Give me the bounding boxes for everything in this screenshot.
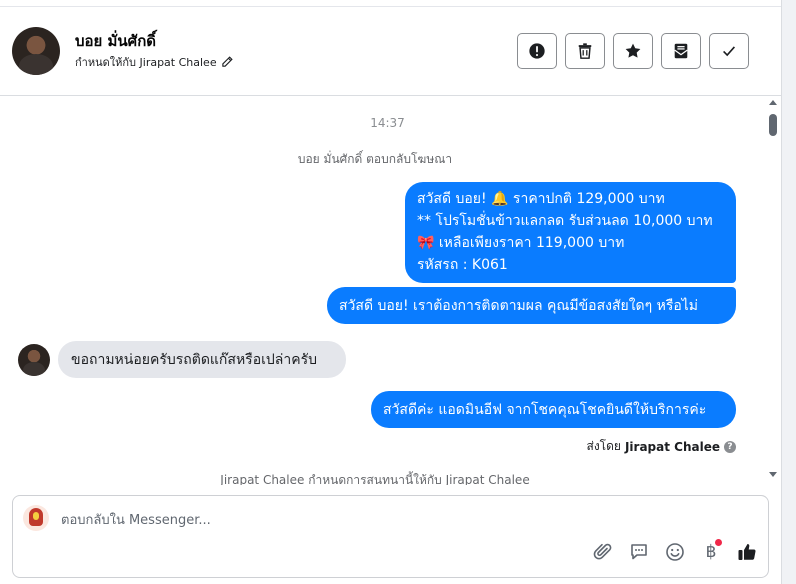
emoji-button[interactable] [664,541,686,563]
scroll-thumb[interactable] [769,114,777,136]
attach-button[interactable] [592,541,614,563]
star-icon [625,43,641,58]
mark-done-button[interactable] [709,33,749,69]
star-button[interactable] [613,33,653,69]
message-timestamp: 14:37 [370,116,405,130]
emoji-icon [666,543,684,561]
sent-by-prefix: ส่งโดย [586,439,621,453]
thread-scrollbar[interactable] [766,97,780,485]
incoming-message[interactable]: ขอถามหน่อยครับรถติดแก๊สหรือเปล่าครับ [58,341,346,378]
reply-input[interactable] [61,510,621,530]
payment-button[interactable]: ฿ [700,539,722,563]
offer-line: สวัสดี บอย! 🔔 ราคาปกติ 129,000 บาท [417,191,665,207]
sent-by-name: Jirapat Chalee [624,439,720,454]
contact-avatar[interactable] [12,27,60,75]
assignee-row[interactable]: กำหนดให้กับ Jirapat Chalee [75,53,233,71]
conversation-header: บอย มั่นศักดิ์ กำหนดให้กับ Jirapat Chale… [0,7,781,96]
assignee-label: กำหนดให้กับ Jirapat Chalee [75,56,217,69]
system-message-assigned: Jirapat Chalee กำหนดการสนทนานี้ให้กับ Ji… [220,473,530,485]
like-icon [738,544,756,560]
right-edge-panel [781,0,796,584]
composer-tools: ฿ [592,539,758,563]
delete-button[interactable] [565,33,605,69]
system-message-ad-reply: บอย มั่นศักดิ์ ตอบกลับโฆษณา [297,152,453,166]
mark-unread-button[interactable] [661,33,701,69]
mark-spam-button[interactable] [517,33,557,69]
outgoing-message-offer[interactable]: สวัสดี บอย! 🔔 ราคาปกติ 129,000 บาท ** โป… [405,182,736,283]
sent-by-label: ส่งโดย Jirapat Chalee ? [586,437,736,456]
scroll-down-arrow[interactable] [769,472,777,477]
attach-icon [593,543,612,560]
exclamation-circle-icon [529,43,545,59]
contact-name[interactable]: บอย มั่นศักดิ์ [75,29,156,53]
check-icon [723,46,736,57]
trash-icon [578,43,592,59]
offer-line: ** โปรโมชั่นข้าวแลกลด รับส่วนลด 10,000 บ… [417,213,713,229]
notification-dot [715,539,722,546]
saved-replies-button[interactable] [628,541,650,563]
offer-line: รหัสรถ : K061 [417,257,508,273]
baht-payment-icon: ฿ [705,542,717,562]
page-avatar [23,505,49,531]
incoming-avatar [18,344,50,376]
scroll-up-arrow[interactable] [769,100,777,105]
header-actions [517,33,749,69]
saved-replies-icon [631,544,647,560]
like-button[interactable] [736,541,758,563]
help-icon[interactable]: ? [724,440,736,453]
outgoing-message-greeting[interactable]: สวัสดีค่ะ แอดมินอีฟ จากโชคคุณโชคยินดีให้… [371,391,736,428]
message-thread[interactable]: 14:37 บอย มั่นศักดิ์ ตอบกลับโฆษณา สวัสดี… [0,97,781,485]
outgoing-message-followup[interactable]: สวัสดี บอย! เราต้องการติดตามผล คุณมีข้อส… [327,287,736,324]
reply-composer: ฿ [12,495,769,578]
envelope-icon [674,43,688,59]
offer-line: 🎀 เหลือเพียงราคา 119,000 บาท [417,235,625,251]
pencil-icon[interactable] [221,56,233,68]
